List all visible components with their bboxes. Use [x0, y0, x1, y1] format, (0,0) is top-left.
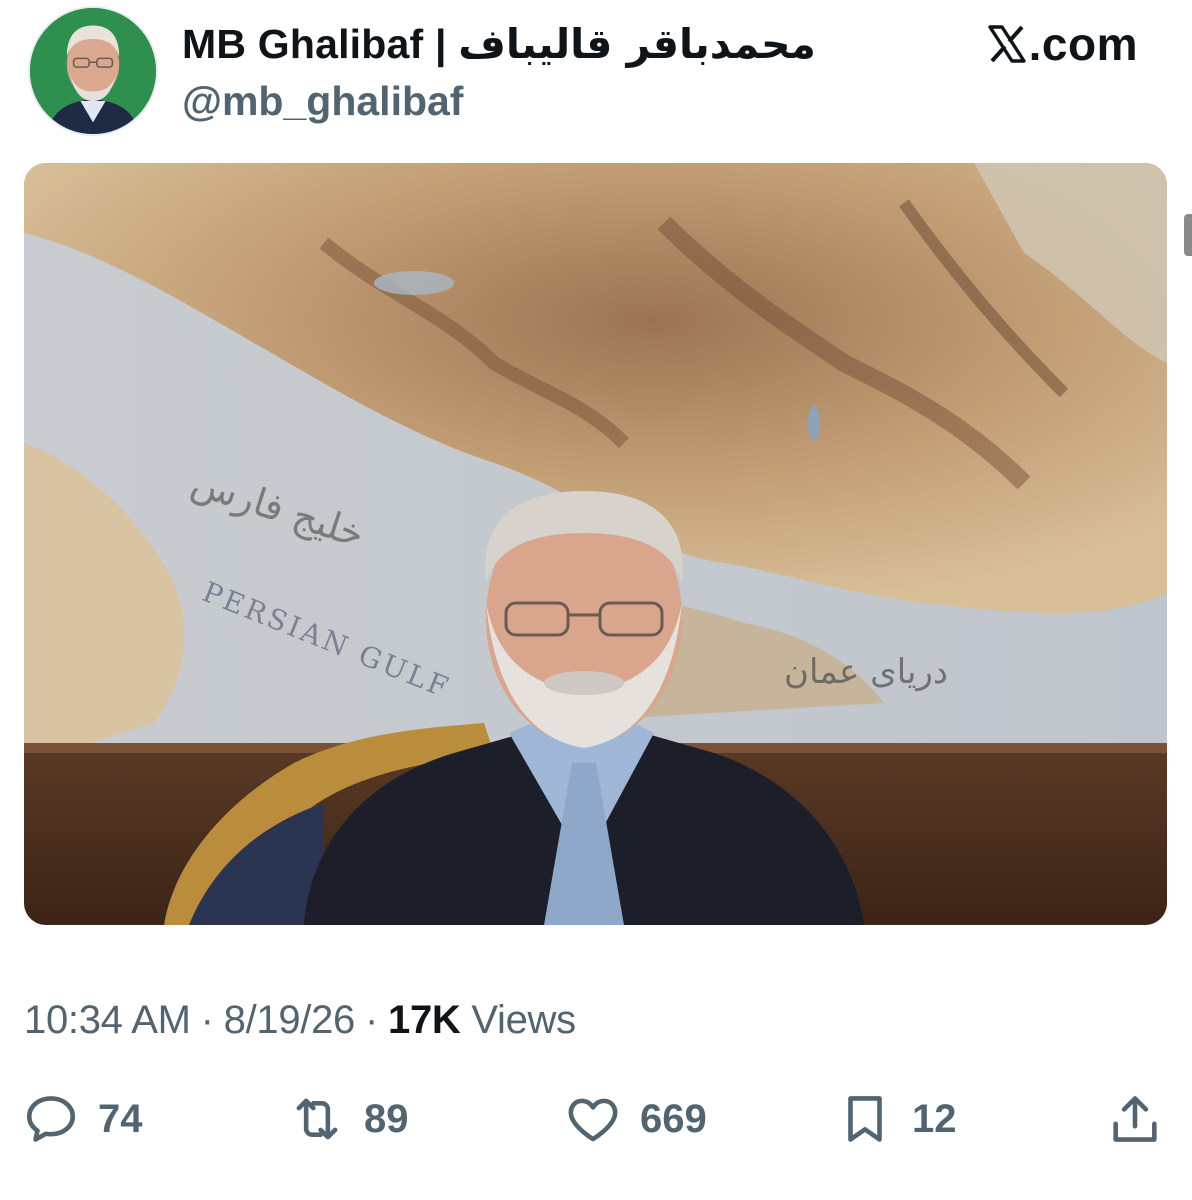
map-portrait-photo: خلیج فارس PERSIAN GULF دریای عمان — [24, 163, 1167, 925]
views-label: Views — [471, 998, 576, 1042]
like-count: 669 — [640, 1096, 707, 1141]
reply-count: 74 — [98, 1096, 143, 1141]
meta-separator: · — [365, 998, 379, 1042]
avatar[interactable] — [28, 6, 158, 136]
display-name-separator: | — [434, 21, 447, 67]
bookmark-count: 12 — [912, 1096, 957, 1141]
tweet-date[interactable]: 8/19/26 — [224, 998, 356, 1042]
share-button[interactable] — [1106, 1084, 1164, 1154]
views-count: 17K — [388, 998, 461, 1042]
display-name-farsi: محمدباقر قالیباف — [458, 20, 816, 68]
scroll-indicator[interactable] — [1184, 214, 1192, 256]
display-name-latin: MB Ghalibaf — [182, 21, 424, 67]
meta-separator: · — [200, 998, 214, 1042]
repost-count: 89 — [364, 1096, 409, 1141]
tweet-actions: 74 89 669 12 — [0, 1084, 1192, 1154]
tweet-photo[interactable]: خلیج فارس PERSIAN GULF دریای عمان — [24, 163, 1167, 925]
tweet-time[interactable]: 10:34 AM — [24, 998, 191, 1042]
reply-button[interactable]: 74 — [22, 1084, 143, 1154]
heart-icon — [568, 1098, 618, 1142]
bookmark-icon — [848, 1096, 882, 1142]
brand-domain: .com — [1028, 18, 1138, 70]
tweet-meta: 10:34 AM · 8/19/26 · 17K Views — [24, 998, 576, 1043]
map-label-sea-of-oman: دریای عمان — [784, 652, 948, 692]
share-icon — [1113, 1096, 1157, 1142]
user-handle[interactable]: @mb_ghalibaf — [182, 78, 463, 125]
brand-label: .com — [987, 18, 1138, 70]
tweet-header: MB Ghalibaf | محمدباقر قالیباف @mb_ghali… — [0, 0, 1192, 150]
like-button[interactable]: 669 — [564, 1084, 707, 1154]
repost-icon — [296, 1098, 338, 1140]
bookmark-button[interactable]: 12 — [836, 1084, 957, 1154]
reply-icon — [26, 1096, 76, 1142]
x-logo-icon — [987, 25, 1026, 63]
display-name[interactable]: MB Ghalibaf | محمدباقر قالیباف — [182, 20, 816, 68]
repost-button[interactable]: 89 — [288, 1084, 409, 1154]
